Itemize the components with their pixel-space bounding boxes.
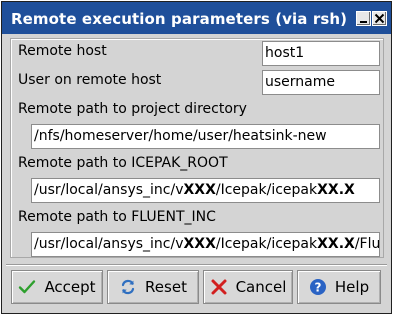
project-dir-input[interactable]: /nfs/homeserver/home/user/heatsink-new	[31, 124, 380, 149]
cancel-x-icon	[210, 278, 228, 296]
form-panel: Remote host host1 User on remote host us…	[10, 38, 384, 258]
fluent-inc-label: Remote path to FLUENT_INC	[18, 209, 216, 225]
project-dir-label: Remote path to project directory	[18, 101, 247, 117]
help-icon: ?	[309, 278, 327, 296]
button-divider	[6, 264, 387, 266]
svg-text:?: ?	[314, 281, 321, 295]
close-button[interactable]	[372, 11, 387, 26]
icepak-root-version: XXX	[183, 182, 216, 198]
fluent-inc-version: XXX	[183, 236, 216, 252]
minimize-icon	[360, 21, 367, 23]
cancel-label: Cancel	[235, 278, 287, 296]
cancel-button[interactable]: Cancel	[203, 270, 293, 304]
icepak-root-path-mid: /Icepak/icepak	[215, 182, 318, 198]
fluent-inc-input[interactable]: /usr/local/ansys_inc/vXXX/Icepak/icepakX…	[31, 232, 380, 257]
fluent-inc-path-mid: /Icepak/icepak	[215, 236, 318, 252]
accept-label: Accept	[44, 278, 96, 296]
icepak-root-input[interactable]: /usr/local/ansys_inc/vXXX/Icepak/icepakX…	[31, 178, 380, 203]
help-button[interactable]: ? Help	[297, 270, 381, 304]
window-title: Remote execution parameters (via rsh)	[11, 10, 348, 28]
close-icon	[374, 13, 385, 24]
minimize-button[interactable]	[356, 11, 371, 26]
icepak-root-release: XX.X	[317, 182, 355, 198]
fluent-inc-path-prefix: /usr/local/ansys_inc/v	[34, 236, 184, 252]
icepak-root-label: Remote path to ICEPAK_ROOT	[18, 155, 228, 171]
remote-host-input[interactable]: host1	[262, 41, 380, 66]
dialog-window: Remote execution parameters (via rsh) Re…	[1, 1, 392, 314]
checkmark-icon	[18, 278, 36, 296]
button-bar: Accept Reset Cancel ? Help	[6, 267, 387, 309]
user-input[interactable]: username	[262, 70, 380, 95]
reset-button[interactable]: Reset	[107, 270, 199, 304]
refresh-icon	[119, 278, 137, 296]
icepak-root-path-prefix: /usr/local/ansys_inc/v	[34, 182, 184, 198]
title-bar[interactable]: Remote execution parameters (via rsh)	[2, 2, 391, 34]
reset-label: Reset	[145, 278, 187, 296]
user-label: User on remote host	[18, 72, 162, 88]
fluent-inc-path-suffix: /Fluent	[354, 236, 380, 252]
remote-host-label: Remote host	[18, 43, 107, 59]
accept-button[interactable]: Accept	[11, 270, 103, 304]
help-label: Help	[334, 278, 370, 296]
fluent-inc-release: XX.X	[317, 236, 355, 252]
